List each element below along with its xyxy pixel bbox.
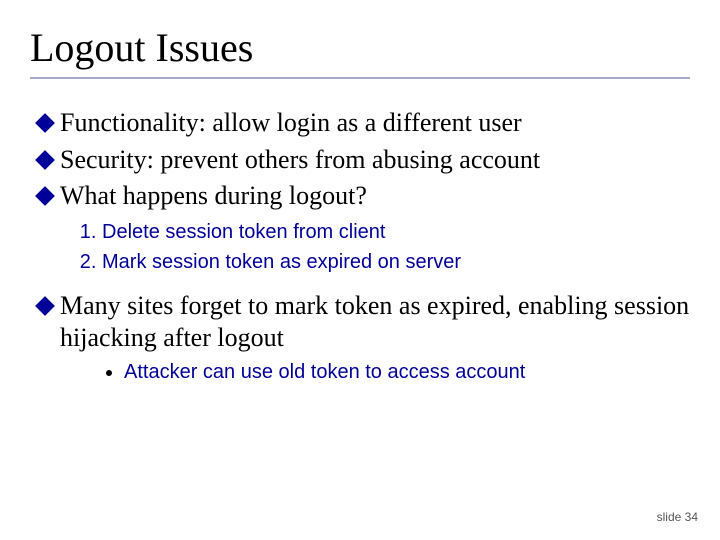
diamond-icon — [35, 296, 55, 316]
list-item: Many sites forget to mark token as expir… — [36, 290, 690, 355]
list-item: What happens during logout? — [36, 180, 690, 213]
list-item: Mark session token as expired on server — [102, 249, 690, 276]
list-item: Functionality: allow login as a differen… — [36, 107, 690, 140]
slide-number: slide 34 — [657, 510, 698, 524]
bullet-text: Security: prevent others from abusing ac… — [60, 144, 690, 177]
bullet-text: What happens during logout? — [60, 180, 690, 213]
page-title: Logout Issues — [30, 24, 690, 71]
list-item: Attacker can use old token to access acc… — [124, 361, 690, 384]
list-item: Delete session token from client — [102, 219, 690, 246]
diamond-icon — [35, 150, 55, 170]
diamond-icon — [35, 186, 55, 206]
title-underline — [30, 77, 690, 79]
numbered-sublist: Delete session token from client Mark se… — [102, 219, 690, 276]
disc-sublist: Attacker can use old token to access acc… — [124, 361, 690, 384]
diamond-icon — [35, 113, 55, 133]
bullet-text: Many sites forget to mark token as expir… — [60, 290, 690, 355]
bullet-list: Functionality: allow login as a differen… — [36, 107, 690, 384]
list-item: Security: prevent others from abusing ac… — [36, 144, 690, 177]
bullet-text: Functionality: allow login as a differen… — [60, 107, 690, 140]
